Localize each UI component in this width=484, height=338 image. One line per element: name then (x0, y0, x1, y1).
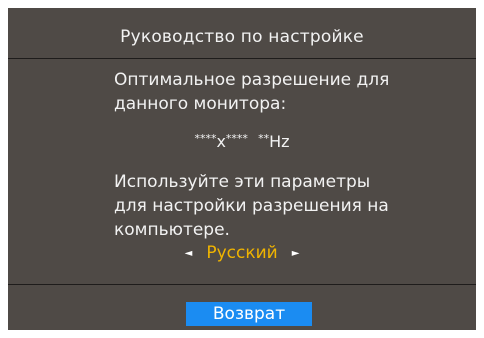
instruction-line-2: для настройки разрешения на (114, 196, 389, 216)
arrow-left-icon[interactable]: ◄ (185, 248, 193, 259)
language-selector[interactable]: ◄ Русский ► (8, 243, 476, 263)
instruction-line-1: Используйте эти параметры (114, 172, 371, 192)
dialog-title: Руководство по настройке (120, 27, 364, 47)
setup-guide-dialog: Руководство по настройке Оптимальное раз… (8, 8, 476, 330)
resolution-separator: x (216, 132, 226, 151)
arrow-right-icon[interactable]: ► (292, 248, 300, 259)
resolution-width-masked: **** (194, 132, 217, 145)
instruction-text: Используйте эти параметры для настройки … (114, 170, 414, 242)
language-value[interactable]: Русский (206, 243, 277, 263)
return-button[interactable]: Возврат (186, 302, 312, 326)
intro-line-1: Оптимальное разрешение для (114, 70, 390, 90)
optimal-resolution-text: Оптимальное разрешение для данного монит… (114, 68, 414, 116)
resolution-height-masked: **** (225, 132, 248, 145)
footer-divider (8, 284, 476, 285)
intro-line-2: данного монитора: (114, 94, 287, 114)
refresh-rate-masked: ** (258, 132, 270, 145)
title-divider (8, 58, 476, 59)
resolution-value: ****x**** **Hz (8, 132, 476, 151)
instruction-line-3: компьютере. (114, 220, 230, 240)
refresh-unit: Hz (269, 132, 290, 151)
